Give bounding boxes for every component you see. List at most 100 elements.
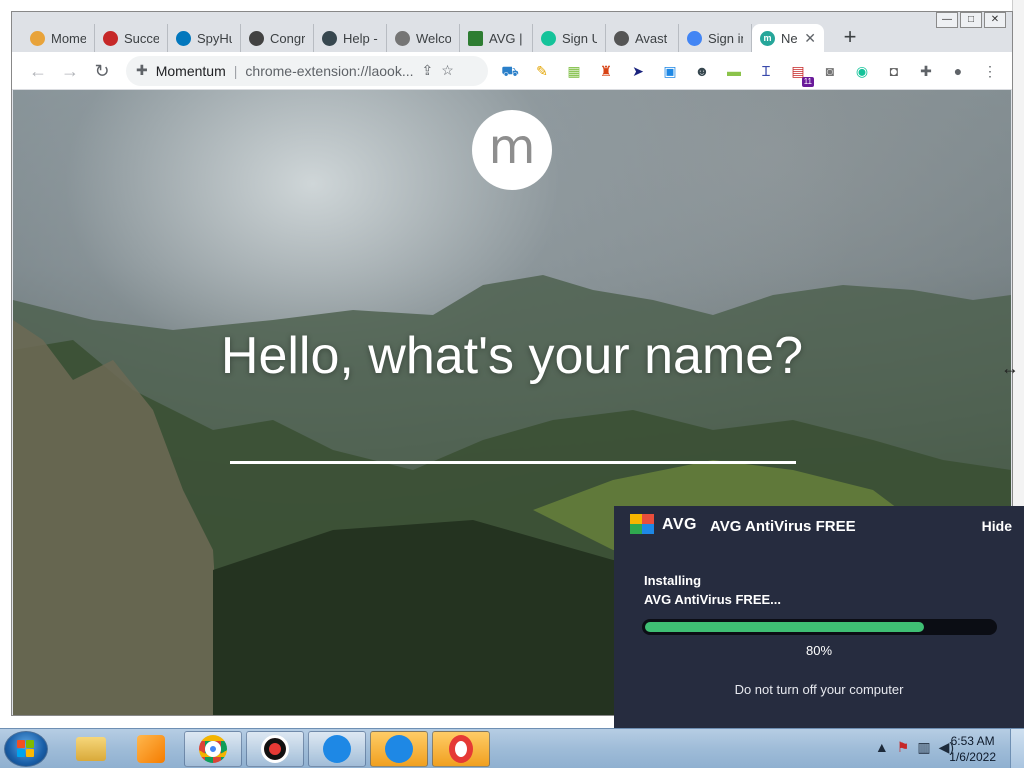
tab-label: Congr — [270, 30, 305, 46]
pencil-extension-icon[interactable]: ✎ — [530, 59, 554, 83]
address-bar[interactable]: ✚ Momentum | chrome-extension://laook...… — [126, 55, 488, 86]
avg-warning-text: Do not turn off your computer — [734, 682, 904, 697]
avg-progress-fill — [645, 622, 925, 632]
avg-status-line-2: AVG AntiVirus FREE... — [644, 592, 782, 607]
globe-favicon-icon — [614, 30, 629, 46]
omnibox-url: chrome-extension://laook... — [245, 62, 414, 79]
grammarly-extension-icon[interactable]: ◉ — [850, 59, 874, 83]
avg-logo-mark-icon — [630, 514, 656, 536]
share-icon[interactable]: ⇪ — [422, 62, 434, 79]
ninja-favicon-icon — [322, 30, 337, 46]
new-tab-button[interactable]: + — [836, 24, 864, 52]
folder-icon — [76, 737, 106, 761]
tab-label: Ne — [781, 30, 798, 46]
tab-new-tab[interactable]: m Ne ✕ — [752, 24, 824, 52]
cursor-extension-icon[interactable]: ➤ — [626, 59, 650, 83]
resize-cursor-icon: ↔ — [1001, 358, 1019, 378]
avg-logo: AVG — [630, 514, 697, 536]
momentum-logo-icon[interactable]: m — [472, 110, 552, 190]
taskbar-explorer[interactable] — [62, 731, 120, 767]
system-tray: ▲ ⚑ ▥ ◀) — [875, 739, 954, 756]
avg-favicon-icon — [468, 30, 483, 46]
tab-label: Sign U — [562, 30, 597, 46]
ninja-extension-icon[interactable]: ☻ — [690, 59, 714, 83]
window-extension-icon[interactable]: ▣ — [658, 59, 682, 83]
profile-avatar-icon[interactable]: ● — [946, 59, 970, 83]
taskbar-app-orange[interactable] — [370, 731, 428, 767]
avg-progress-bar — [642, 619, 997, 635]
camera-favicon-icon — [395, 30, 410, 46]
momentum-favicon-icon — [30, 30, 45, 46]
tab-sign-up[interactable]: Sign U — [533, 24, 606, 52]
tray-expand-icon[interactable]: ▲ — [875, 739, 889, 756]
tab-welcome[interactable]: Welco — [387, 24, 460, 52]
google-favicon-icon — [687, 30, 702, 46]
omnibox-site-name: Momentum — [155, 62, 226, 79]
camera-extension-icon[interactable]: ◙ — [818, 59, 842, 83]
clock-date: 1/6/2022 — [949, 750, 996, 764]
tab-momentum[interactable]: Mome — [22, 24, 95, 52]
windows-flag-icon — [17, 740, 35, 758]
show-desktop-button[interactable] — [1010, 729, 1024, 768]
tab-label: Welco — [416, 30, 451, 46]
taskbar-opera[interactable] — [432, 731, 490, 767]
close-tab-icon[interactable]: ✕ — [804, 30, 816, 47]
reload-button[interactable]: ↻ — [86, 55, 118, 87]
tab-help[interactable]: Help - — [314, 24, 387, 52]
clock[interactable]: 6:53 AM 1/6/2022 — [949, 733, 996, 765]
person-app-icon — [323, 735, 351, 763]
box-extension-icon[interactable]: ◘ — [882, 59, 906, 83]
back-button[interactable]: ← — [22, 55, 54, 87]
pennant-favicon-icon — [103, 30, 118, 46]
bookmark-star-icon[interactable]: ☆ — [441, 62, 454, 79]
browser-toolbar: ← → ↻ ✚ Momentum | chrome-extension://la… — [12, 52, 1012, 90]
tab-label: Succe — [124, 30, 159, 46]
taskbar-chrome[interactable] — [184, 731, 242, 767]
extensions-bar: ⛟ ✎ ▦ ♜ ➤ ▣ ☻ ▬ Ɪ ▤ 11 ◙ ◉ ◘ ✚ ● ⋮ — [498, 59, 1002, 87]
name-input[interactable] — [230, 418, 796, 464]
text-extension-icon[interactable]: Ɪ — [754, 59, 778, 83]
forward-button[interactable]: → — [54, 55, 86, 87]
avg-popup-title: AVG AntiVirus FREE — [710, 518, 856, 535]
opera-icon — [449, 735, 473, 763]
spyhunter-favicon-icon — [176, 30, 191, 46]
clipboard-extension-icon[interactable]: ⛟ — [498, 59, 522, 83]
puzzle-icon: ✚ — [136, 62, 148, 78]
tab-spyhunter[interactable]: SpyHu — [168, 24, 241, 52]
extensions-puzzle-icon[interactable]: ✚ — [914, 59, 938, 83]
avg-install-popup: AVG AVG AntiVirus FREE Hide Installing A… — [614, 506, 1024, 728]
start-button[interactable] — [4, 731, 48, 767]
tab-label: Avast — [635, 30, 668, 46]
network-icon[interactable]: ▥ — [917, 739, 930, 756]
tab-label: SpyHu — [197, 30, 232, 46]
momentum-m-favicon-icon: m — [760, 30, 775, 46]
action-center-flag-icon[interactable]: ⚑ — [897, 739, 910, 756]
tab-strip: Mome Succe SpyHu Congr Help - Welco AVG … — [12, 24, 1012, 52]
tab-label: Help - — [343, 30, 378, 46]
chrome-menu-icon[interactable]: ⋮ — [978, 59, 1002, 83]
avg-status-line-1: Installing — [644, 573, 702, 588]
chrome-icon — [199, 735, 227, 763]
avg-logo-text: AVG — [662, 516, 697, 533]
record-icon — [261, 735, 289, 763]
taskbar-recorder[interactable] — [246, 731, 304, 767]
avg-hide-button[interactable]: Hide — [982, 518, 1012, 534]
calendar-extension-icon[interactable]: ▤ 11 — [786, 59, 814, 87]
shelf-extension-icon[interactable]: ▬ — [722, 59, 746, 83]
media-player-icon — [137, 735, 165, 763]
tab-avast[interactable]: Avast — [606, 24, 679, 52]
clock-time: 6:53 AM — [950, 734, 995, 748]
grid-extension-icon[interactable]: ▦ — [562, 59, 586, 83]
globe-favicon-icon — [249, 30, 264, 46]
taskbar: ▲ ⚑ ▥ ◀) 6:53 AM 1/6/2022 — [0, 728, 1024, 768]
extension-badge: 11 — [801, 76, 814, 87]
taskbar-app-blue[interactable] — [308, 731, 366, 767]
grammarly-favicon-icon — [541, 30, 556, 46]
tab-sign-in[interactable]: Sign in — [679, 24, 752, 52]
tab-congrats[interactable]: Congr — [241, 24, 314, 52]
taskbar-media-player[interactable] — [122, 731, 180, 767]
tab-success[interactable]: Succe — [95, 24, 168, 52]
rocket-extension-icon[interactable]: ♜ — [594, 59, 618, 83]
greeting-prompt: Hello, what's your name? — [220, 327, 804, 385]
tab-avg[interactable]: AVG | — [460, 24, 533, 52]
